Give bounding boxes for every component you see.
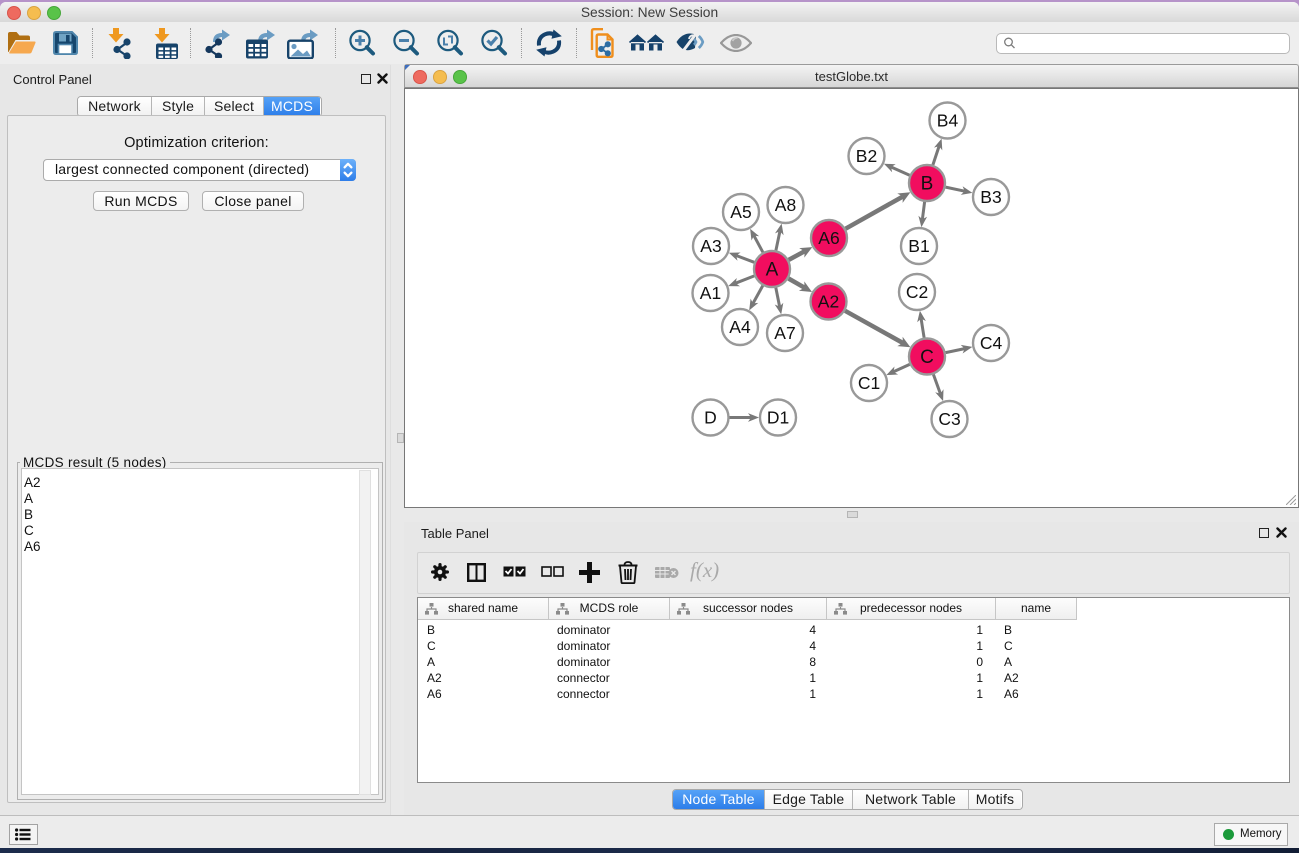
svg-text:A: A <box>766 260 779 281</box>
svg-text:C3: C3 <box>938 409 960 429</box>
svg-text:A4: A4 <box>729 317 751 337</box>
svg-text:A6: A6 <box>818 228 839 248</box>
svg-text:B2: B2 <box>856 146 877 166</box>
svg-text:B: B <box>921 174 934 195</box>
svg-text:A5: A5 <box>730 202 751 222</box>
svg-text:B1: B1 <box>908 236 929 256</box>
svg-text:D: D <box>704 408 717 428</box>
svg-text:C: C <box>920 347 934 368</box>
svg-text:A3: A3 <box>700 236 721 256</box>
svg-text:C2: C2 <box>906 282 928 302</box>
svg-text:B4: B4 <box>937 111 959 131</box>
svg-text:C4: C4 <box>980 333 1003 353</box>
svg-text:B3: B3 <box>980 187 1001 207</box>
svg-text:A8: A8 <box>775 195 796 215</box>
svg-text:A1: A1 <box>700 283 721 303</box>
svg-text:A7: A7 <box>774 323 795 343</box>
svg-text:D1: D1 <box>767 408 789 428</box>
svg-text:A2: A2 <box>818 292 839 312</box>
svg-text:C1: C1 <box>858 373 880 393</box>
